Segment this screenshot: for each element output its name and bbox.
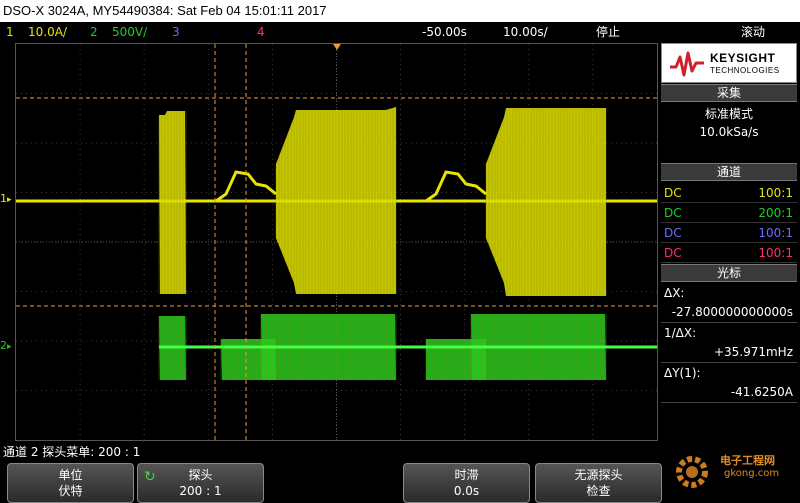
timebase[interactable]: 10.00s/	[503, 22, 548, 42]
site-watermark: 电子工程网 gkong.com	[668, 446, 798, 502]
brand-name: KEYSIGHT	[710, 51, 776, 65]
ch1-step	[425, 170, 487, 203]
sample-rate: 10.0kSa/s	[699, 125, 759, 139]
ch3-coupling: DC	[664, 226, 682, 240]
softkey-units-value: 伏特	[58, 484, 83, 498]
softkey-probe-check-value: 检查	[586, 484, 611, 498]
delta-y-label: ΔY(1):	[664, 366, 701, 380]
gear-icon	[676, 456, 708, 488]
softkey-skew-value: 0.0s	[453, 484, 480, 498]
ch1-coupling: DC	[664, 186, 682, 200]
ch2-probe: 200:1	[758, 206, 793, 220]
ch1-ground-marker[interactable]: 1▸	[0, 190, 15, 208]
keysight-wave-icon	[670, 51, 704, 77]
ch1-trace	[16, 107, 657, 296]
ch2-trace	[158, 314, 657, 380]
divider	[661, 322, 797, 323]
run-state: 停止	[596, 25, 621, 39]
watermark-text: 电子工程网	[720, 454, 775, 467]
trigger-position-icon	[333, 44, 341, 50]
softkey-probe-check-label: 无源探头	[574, 468, 623, 482]
channel-row-1: DC 100:1	[661, 183, 797, 203]
acquire-header: 采集	[661, 84, 797, 102]
softkey-skew[interactable]: 时滞 0.0s	[403, 463, 530, 503]
softkey-skew-label: 时滞	[454, 468, 479, 482]
ground-icon: ▸	[7, 342, 12, 352]
ch2-scale[interactable]: 500V/	[112, 22, 147, 42]
brand-sub: TECHNOLOGIES	[710, 66, 780, 75]
ground-icon: ▸	[7, 195, 12, 205]
ch4-coupling: DC	[664, 246, 682, 260]
ch3-probe: 100:1	[758, 226, 793, 240]
delta-x-value: -27.800000000000s	[671, 305, 793, 319]
waveform-canvas	[16, 44, 657, 440]
channel-row-4: DC 100:1	[661, 243, 797, 263]
horizontal-delay[interactable]: -50.00s	[422, 22, 467, 42]
brand-logo: KEYSIGHT TECHNOLOGIES	[661, 43, 797, 83]
divider	[661, 402, 797, 403]
waveform-display[interactable]	[15, 43, 658, 441]
watermark-url: gkong.com	[724, 468, 780, 479]
acquisition-mode: 滚动	[741, 25, 766, 39]
delta-y-value: -41.6250A	[730, 385, 793, 399]
cursor-header: 光标	[661, 264, 797, 282]
softkey-probe-value: 200 : 1	[179, 484, 222, 498]
ch1-scale[interactable]: 10.0A/	[28, 22, 67, 42]
window-title: DSO-X 3024A, MY54490384: Sat Feb 04 15:0…	[0, 0, 800, 22]
channel-row-3: DC 100:1	[661, 223, 797, 243]
divider	[661, 362, 797, 363]
ch1-marker-label: 1	[0, 192, 7, 205]
ch1-burst	[159, 111, 186, 294]
ch1-number[interactable]: 1	[6, 22, 14, 42]
softkey-units[interactable]: 单位 伏特	[7, 463, 134, 503]
inverse-delta-x-value: +35.971mHz	[713, 345, 793, 359]
softkey-units-label: 单位	[58, 468, 83, 482]
channels-header: 通道	[661, 163, 797, 181]
side-panel: KEYSIGHT TECHNOLOGIES 采集 标准模式 10.0kSa/s …	[661, 43, 797, 441]
inverse-delta-x-label: 1/ΔX:	[664, 326, 697, 340]
ch2-ground-marker[interactable]: 2▸	[0, 337, 15, 355]
ch1-probe: 100:1	[758, 186, 793, 200]
softkey-probe-check[interactable]: 无源探头 检查	[535, 463, 662, 503]
softkey-probe-label: 探头	[188, 468, 213, 482]
rotate-knob-icon: ↻	[144, 469, 156, 485]
ch3-number[interactable]: 3	[172, 22, 180, 42]
ch4-probe: 100:1	[758, 246, 793, 260]
channel-row-2: DC 200:1	[661, 203, 797, 223]
softkey-probe[interactable]: ↻ 探头 200 : 1	[137, 463, 264, 503]
ch2-number[interactable]: 2	[90, 22, 98, 42]
acquire-mode: 标准模式	[704, 107, 753, 121]
delta-x-label: ΔX:	[664, 286, 685, 300]
ch4-number[interactable]: 4	[257, 22, 265, 42]
ch2-marker-label: 2	[0, 339, 7, 352]
status-bar: 1 10.0A/ 2 500V/ 3 4 -50.00s 10.00s/ 停止 …	[0, 22, 800, 42]
ch2-coupling: DC	[664, 206, 682, 220]
